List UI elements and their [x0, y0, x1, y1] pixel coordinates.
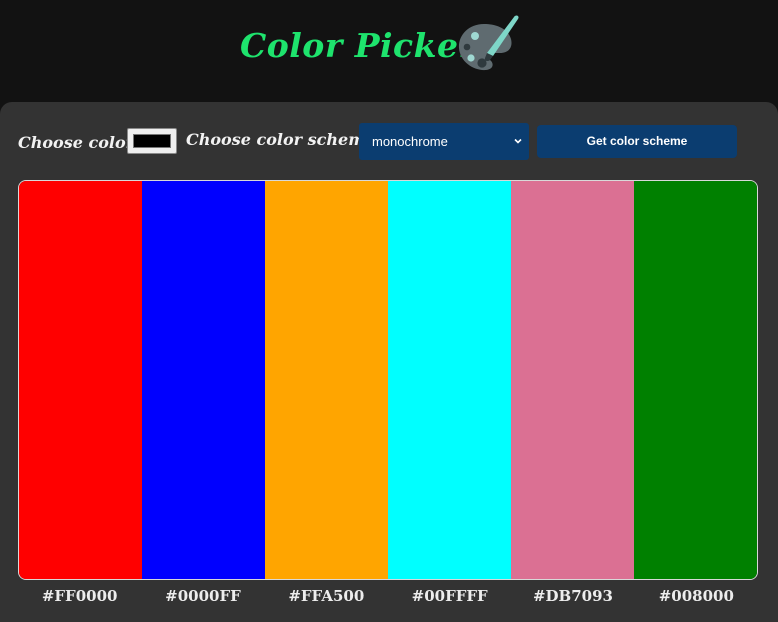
choose-color-label: Choose color [18, 133, 135, 152]
color-column[interactable] [142, 181, 265, 579]
get-color-scheme-button[interactable]: Get color scheme [537, 125, 737, 158]
hex-label[interactable]: #FF0000 [18, 584, 141, 610]
color-swatch [133, 134, 171, 148]
color-column[interactable] [511, 181, 634, 579]
color-column[interactable] [388, 181, 511, 579]
color-scheme-display [18, 180, 758, 580]
hex-labels-row: #FF0000 #0000FF #FFA500 #00FFFF #DB7093 #0080… [18, 584, 758, 610]
color-input[interactable] [127, 128, 177, 154]
scheme-select[interactable]: monochrome [359, 123, 529, 160]
page-title: Color Picker [240, 26, 477, 65]
chevron-down-icon [514, 138, 522, 144]
hex-label[interactable]: #DB7093 [511, 584, 634, 610]
hex-label[interactable]: #0000FF [141, 584, 264, 610]
color-column[interactable] [634, 181, 757, 579]
scheme-select-value: monochrome [372, 134, 448, 149]
hex-label[interactable]: #FFA500 [265, 584, 388, 610]
hex-label[interactable]: #00FFFF [388, 584, 511, 610]
color-column[interactable] [265, 181, 388, 579]
header: Color Picker [0, 0, 778, 100]
palette-icon [454, 10, 524, 76]
hex-label[interactable]: #008000 [635, 584, 758, 610]
color-column[interactable] [19, 181, 142, 579]
choose-scheme-label: Choose color scheme [186, 130, 376, 149]
